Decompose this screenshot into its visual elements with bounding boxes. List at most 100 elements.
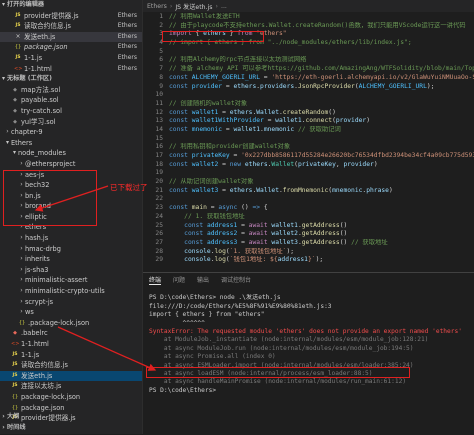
code-token: mnemonic <box>191 125 223 133</box>
code-text: // 1. 获取钱包地址 <box>169 213 474 222</box>
tree-file-item[interactable]: JS 读取合约信息.js <box>0 360 142 371</box>
code-line[interactable]: 11 // 创建随机的wallet对象 <box>143 100 474 109</box>
tree-folder-item[interactable]: › hmac-drbg <box>0 244 142 255</box>
code-line[interactable]: 23 const main = async () => { <box>143 204 474 213</box>
tree-folder-item[interactable]: ▾ Ethers <box>0 138 142 149</box>
tree-folder-item[interactable]: ▾ node_modules <box>0 148 142 159</box>
code-token: = <box>237 230 249 238</box>
code-line[interactable]: 22 <box>143 195 474 204</box>
tree-item-label: 1-1.js <box>21 350 40 359</box>
chevron-down-icon: ▾ <box>12 149 16 157</box>
panel-tab[interactable]: 输出 <box>197 275 209 284</box>
code-line[interactable]: 20// 从助记词创建wallet对象 <box>143 178 474 187</box>
tree-file-item[interactable]: JS 连接以太坊.js <box>0 381 142 392</box>
chevron-right-icon: › <box>20 159 23 167</box>
tree-file-item[interactable]: ◆ map方法.sol <box>0 85 142 96</box>
tree-file-item[interactable]: ◆ .babelrc <box>0 328 142 339</box>
open-editor-item[interactable]: JS 1-1.js Ethers <box>0 53 142 64</box>
code-token: () <box>328 108 336 116</box>
code-line[interactable]: 28 console.log(`1. 获取钱包地址`); <box>143 248 474 257</box>
tree-item-label: 读取合约信息.js <box>21 361 68 370</box>
code-line[interactable]: 14 const mnemonic = wallet1.mnemonic // 获… <box>143 126 474 135</box>
code-line[interactable]: 26 const address2 = await wallet2.getAdd… <box>143 230 474 239</box>
code-line[interactable]: 2 // 由于playcode不支持ethers.Wallet.createRan… <box>143 22 474 31</box>
code-view[interactable]: 1 // 利用Wallet发送ETH 2 // 由于playcode不支持ethers… <box>143 13 474 263</box>
code-line[interactable]: 5 <box>143 48 474 57</box>
panel-tab[interactable]: 终端 <box>149 275 162 285</box>
panel-tab[interactable]: 调试控制台 <box>221 275 251 284</box>
code-token: wallet1 <box>191 108 219 116</box>
code-line[interactable]: 7 // 准备 alchemy API 可以参考https://github.co… <box>143 65 474 74</box>
tree-folder-item[interactable]: › @ethersproject <box>0 159 142 170</box>
breadcrumb-file[interactable]: JS 发送eth.js <box>175 2 212 11</box>
code-line[interactable]: 27 const address3 = await wallet3.getAdd… <box>143 239 474 248</box>
code-line[interactable]: 6 // 利用Alchemy的rpc节点连接以太坊测试网络 <box>143 56 474 65</box>
js-file-icon: JS <box>12 383 18 389</box>
code-token: `1. 获取钱包地址` <box>229 247 287 255</box>
code-token: () <box>339 221 348 229</box>
line-number: 27 <box>155 238 163 246</box>
code-line[interactable]: 8 const ALCHEMY_GOERLI_URL = 'https://eth… <box>143 74 474 83</box>
outline-header[interactable]: › 大纲 <box>0 412 142 423</box>
js-file-icon: JS <box>12 351 18 357</box>
code-line[interactable]: 10 <box>143 91 474 100</box>
terminal-output[interactable]: PS D:\code\Ethers> node .\发送eth.js file:/… <box>143 286 474 395</box>
code-line[interactable]: 1 // 利用Wallet发送ETH <box>143 13 474 22</box>
tree-file-item[interactable]: {} .package-lock.json <box>0 318 142 329</box>
code-token: => <box>252 204 261 212</box>
tree-folder-item[interactable]: › scrypt-js <box>0 297 142 308</box>
breadcrumb-folder[interactable]: Ethers <box>147 3 167 10</box>
tree-file-item[interactable]: ◆ try-catch.sol <box>0 106 142 117</box>
code-line[interactable]: 21 const wallet3 = ethers.Wallet.fromMnem… <box>143 187 474 196</box>
tree-file-item[interactable]: JS 发送eth.js <box>0 370 142 382</box>
panel-tab[interactable]: 问题 <box>173 275 185 284</box>
tree-folder-item[interactable]: › hash.js <box>0 233 142 244</box>
code-line[interactable]: 9 const provider = ethers.providers.JsonR… <box>143 83 474 92</box>
code-token: ethers <box>229 108 253 116</box>
breadcrumb-more[interactable]: ... <box>221 3 227 10</box>
code-line[interactable]: 19 <box>143 169 474 178</box>
open-editor-item[interactable]: JS provider提供器.js Ethers <box>0 11 142 22</box>
open-editor-item[interactable]: JS 读取合约信息.js Ethers <box>0 21 142 32</box>
tree-file-item[interactable]: JS 1-1.js <box>0 350 142 361</box>
timeline-header[interactable]: › 时间线 <box>0 423 142 434</box>
code-token: () <box>339 230 348 238</box>
code-line[interactable]: 13 const wallet1WithProvider = wallet1.co… <box>143 117 474 126</box>
code-token: wallet2 <box>271 230 298 238</box>
code-line[interactable]: 16 // 利用私钥和provider创建wallet对象 <box>143 143 474 152</box>
code-line[interactable]: 25 const address1 = await wallet1.getAdd… <box>143 222 474 231</box>
line-number: 1 <box>159 13 163 20</box>
tree-folder-item[interactable]: › minimalistic-crypto-utils <box>0 286 142 297</box>
open-editor-label: 发送eth.js <box>24 32 56 41</box>
tree-file-item[interactable]: ◆ yul学习.sol <box>0 117 142 128</box>
workspace-header[interactable]: ▾ 无标题 (工作区) <box>0 74 142 85</box>
code-line[interactable]: 24 // 1. 获取钱包地址 <box>143 213 474 222</box>
code-token: const <box>169 125 188 133</box>
tree-file-item[interactable]: <> 1-1.html <box>0 339 142 350</box>
code-text: console.log(`1. 获取钱包地址`); <box>169 248 474 257</box>
code-line[interactable]: 29 console.log(`钱包1地址: ${address1}`); <box>143 256 474 263</box>
code-token: = <box>206 204 219 212</box>
tree-folder-item[interactable]: › js-sha3 <box>0 265 142 276</box>
code-token: = <box>218 160 230 168</box>
open-editor-item[interactable]: {} package.json Ethers <box>0 42 142 53</box>
code-token: console <box>184 256 211 263</box>
open-editor-folder-badge: Ethers <box>117 64 137 72</box>
code-token: log <box>214 256 226 263</box>
tree-folder-item[interactable]: › ws <box>0 307 142 318</box>
open-editors-header[interactable]: ▾ 打开的编辑器 <box>0 0 142 11</box>
open-editor-item[interactable]: × 发送eth.js Ethers <box>0 31 142 43</box>
code-line[interactable]: 17 const privateKey = '0x227dbb8586117d55… <box>143 152 474 161</box>
tree-folder-item[interactable]: › chapter-9 <box>0 127 142 138</box>
tree-file-item[interactable]: ◆ payable.sol <box>0 95 142 106</box>
tree-folder-item[interactable]: › inherits <box>0 254 142 265</box>
tree-file-item[interactable]: {} package-lock.json <box>0 392 142 403</box>
code-token: = <box>218 108 230 116</box>
code-line[interactable]: 15 <box>143 135 474 144</box>
tree-folder-item[interactable]: › minimalistic-assert <box>0 275 142 286</box>
js-file-icon: JS <box>15 23 21 29</box>
code-line[interactable]: 18 const wallet2 = new ethers.Wallet(priv… <box>143 161 474 170</box>
open-editor-item[interactable]: <> 1-1.html Ethers <box>0 64 142 75</box>
code-line[interactable]: 12 const wallet1 = ethers.Wallet.createRa… <box>143 109 474 118</box>
